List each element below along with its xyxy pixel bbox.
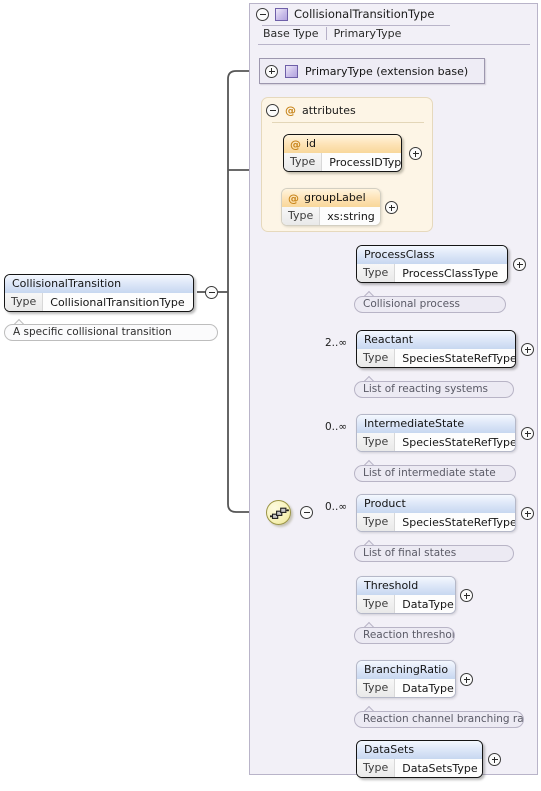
element-type-key: Type: [357, 349, 396, 367]
element-name: Threshold: [357, 577, 455, 595]
root-element-box[interactable]: CollisionalTransition Type CollisionalTr…: [4, 274, 194, 312]
element-name: Reactant: [357, 331, 515, 349]
attribute-type-value: xs:string: [327, 209, 375, 223]
attribute-name-row: @ groupLabel: [282, 189, 380, 207]
documentation-intermediatestate: List of intermediate state: [354, 465, 516, 482]
attribute-box-id[interactable]: @ id Type ProcessIDType: [283, 134, 402, 172]
root-element-type-value: CollisionalTransitionType: [50, 295, 185, 309]
extension-base-expand-toggle[interactable]: [265, 64, 278, 78]
element-intermediatestate-expand-toggle[interactable]: [521, 427, 534, 440]
element-type-value: DataType: [402, 681, 454, 695]
attributes-group-label: attributes: [302, 104, 356, 117]
attribute-id-expand-toggle[interactable]: [409, 147, 422, 160]
element-type-value: DataType: [402, 597, 454, 611]
cardinality-reactant: 2..∞: [325, 337, 348, 349]
element-type-value: SpeciesStateRefType: [402, 435, 516, 449]
element-type-key: Type: [357, 679, 396, 697]
base-type-divider: [325, 27, 327, 40]
element-type-row: Type SpeciesStateRefType: [357, 513, 515, 531]
attribute-type-value: ProcessIDType: [329, 155, 402, 169]
documentation-product: List of final states: [354, 545, 514, 562]
documentation-reactant: List of reacting systems: [354, 381, 514, 398]
cardinality-intermediatestate: 0..∞: [325, 421, 348, 433]
element-box-datasets[interactable]: DataSets Type DataSetsType: [356, 740, 483, 778]
element-branchingratio-expand-toggle[interactable]: [460, 673, 473, 686]
attributes-group-header: @ attributes: [266, 104, 356, 117]
attribute-type-row: Type xs:string: [282, 207, 380, 225]
element-box-intermediatestate[interactable]: IntermediateState Type SpeciesStateRefTy…: [356, 414, 516, 452]
element-type-row: Type SpeciesStateRefType: [357, 433, 515, 451]
element-name: IntermediateState: [357, 415, 515, 433]
base-type-value: PrimaryType: [333, 27, 402, 40]
extension-base-complextype-icon: [285, 64, 298, 78]
element-type-key: Type: [357, 433, 396, 451]
element-type-key: Type: [357, 513, 396, 531]
attribute-type-key: Type: [284, 153, 323, 171]
element-box-threshold[interactable]: Threshold Type DataType: [356, 576, 456, 614]
complextype-collapse-toggle[interactable]: [256, 7, 269, 21]
element-type-key: Type: [357, 264, 396, 282]
complextype-icon: [275, 7, 288, 21]
root-element-type-row: Type CollisionalTransitionType: [5, 293, 193, 311]
cardinality-product: 0..∞: [325, 501, 348, 513]
sequence-collapse-toggle[interactable]: [300, 506, 313, 519]
schema-diagram: CollisionalTransitionType Base Type Prim…: [0, 0, 541, 791]
attributes-header-rule: [272, 122, 424, 123]
element-reactant-expand-toggle[interactable]: [521, 343, 534, 356]
element-type-key: Type: [357, 759, 396, 777]
element-type-row: Type SpeciesStateRefType: [357, 349, 515, 367]
element-type-value: SpeciesStateRefType: [402, 515, 516, 529]
element-type-key: Type: [357, 595, 396, 613]
complextype-header: CollisionalTransitionType: [256, 7, 434, 21]
element-type-row: Type ProcessClassType: [357, 264, 507, 282]
documentation-threshold: Reaction threshold: [354, 627, 455, 644]
attribute-name: id: [306, 137, 317, 150]
element-name: ProcessClass: [357, 246, 507, 264]
attribute-name: groupLabel: [304, 191, 366, 204]
element-name: Product: [357, 495, 515, 513]
element-type-row: Type DataType: [357, 679, 455, 697]
attribute-icon: @: [285, 104, 296, 117]
element-type-value: SpeciesStateRefType: [402, 351, 516, 365]
attribute-type-key: Type: [282, 207, 321, 225]
element-type-value: ProcessClassType: [402, 266, 499, 280]
attribute-grouplabel-expand-toggle[interactable]: [385, 201, 398, 214]
root-element-name: CollisionalTransition: [5, 275, 193, 293]
element-type-value: DataSetsType: [402, 761, 478, 775]
attributes-collapse-toggle[interactable]: [266, 104, 279, 117]
attribute-name-row: @ id: [284, 135, 401, 153]
complextype-title-rule: [262, 25, 450, 26]
attribute-icon: @: [290, 137, 301, 151]
complextype-name: CollisionalTransitionType: [294, 7, 435, 21]
element-name: DataSets: [357, 741, 482, 759]
extension-base-box[interactable]: PrimaryType (extension base): [259, 58, 485, 84]
documentation-branchingratio: Reaction channel branching ratio: [354, 711, 524, 728]
attribute-type-row: Type ProcessIDType: [284, 153, 401, 171]
element-processclass-expand-toggle[interactable]: [513, 258, 526, 271]
element-product-expand-toggle[interactable]: [521, 507, 534, 520]
attribute-icon: @: [288, 191, 299, 205]
element-datasets-expand-toggle[interactable]: [488, 753, 501, 766]
element-box-product[interactable]: Product Type SpeciesStateRefType: [356, 494, 516, 532]
element-box-reactant[interactable]: Reactant Type SpeciesStateRefType: [356, 330, 516, 368]
base-type-label: Base Type: [263, 27, 319, 40]
sequence-glyph: [270, 507, 289, 519]
documentation-processclass: Collisional process: [354, 296, 506, 313]
element-box-processclass[interactable]: ProcessClass Type ProcessClassType: [356, 245, 508, 283]
root-element-collapse-toggle[interactable]: [205, 286, 218, 299]
sequence-compositor-icon[interactable]: [266, 500, 291, 525]
root-element-type-key: Type: [5, 293, 44, 311]
root-element-documentation: A specific collisional transition: [4, 324, 218, 341]
complextype-section-rule: [258, 44, 530, 45]
element-threshold-expand-toggle[interactable]: [460, 589, 473, 602]
element-type-row: Type DataType: [357, 595, 455, 613]
extension-base-label: PrimaryType (extension base): [305, 64, 469, 78]
element-name: BranchingRatio: [357, 661, 455, 679]
element-box-branchingratio[interactable]: BranchingRatio Type DataType: [356, 660, 456, 698]
element-type-row: Type DataSetsType: [357, 759, 482, 777]
base-type-row: Base Type PrimaryType: [263, 27, 401, 40]
attribute-box-grouplabel[interactable]: @ groupLabel Type xs:string: [281, 188, 381, 226]
